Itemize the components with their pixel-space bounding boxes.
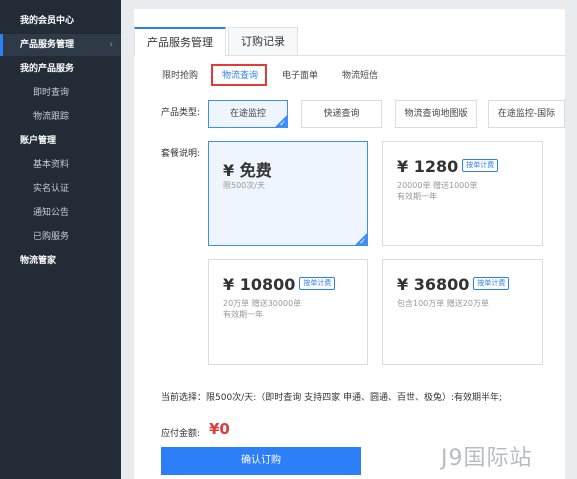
current-selection: 当前选择：限500次/天:（即时查询 支持四家 申通、圆通、百世、极兔）:有效期… (161, 393, 503, 403)
subtab-logistics-sms[interactable]: 物流短信 (342, 68, 378, 81)
package-label: 套餐说明: (161, 149, 201, 159)
confirm-order-button[interactable]: 确认订购 (161, 447, 361, 475)
sidebar-item-notices[interactable]: 通知公告 (0, 202, 121, 224)
package-desc: 20万单 赠送30000单 (223, 299, 302, 308)
sidebar-item-my-products[interactable]: 我的产品服务 (0, 58, 121, 80)
product-type-label: 产品类型: (161, 108, 201, 118)
package-desc: 包含100万单 赠送20万单 (397, 299, 489, 308)
watermark: J9国际站 (441, 446, 533, 471)
sidebar: 我的会员中心 产品服务管理 › 我的产品服务 即时查询 物流跟踪 账户管理 基本… (0, 0, 121, 479)
package-price: ¥ 36800 按单计费 (397, 275, 510, 294)
sidebar-item-account[interactable]: 账户管理 (0, 130, 121, 152)
check-icon: ✓ (359, 237, 366, 246)
package-price: ¥ 1280 按单计费 (397, 157, 499, 176)
package-card[interactable]: ¥ 免费 限500次/天 ✓ (208, 141, 368, 246)
package-desc: 限500次/天 (223, 181, 265, 190)
product-type-option[interactable]: 物流查询地图版 (395, 100, 477, 128)
sidebar-item-logistics-tracking[interactable]: 物流跟踪 (0, 106, 121, 128)
tab-bar: 产品服务管理 订购记录 (134, 27, 565, 56)
sidebar-item-logistics-manager[interactable]: 物流管家 (0, 250, 121, 272)
package-card[interactable]: ¥ 1280 按单计费 20000单 赠送1000单 有效期一年 (382, 141, 543, 246)
sidebar-item-label: 产品服务管理 (20, 40, 75, 50)
highlight-annotation (211, 64, 267, 86)
subtab-flash-sale[interactable]: 限时抢购 (162, 68, 198, 81)
check-icon: ✓ (279, 119, 286, 128)
product-type-option[interactable]: 快递查询 (301, 100, 382, 128)
product-type-option[interactable]: 在途监控-国际 (488, 100, 565, 128)
subtab-e-waybill[interactable]: 电子面单 (282, 68, 318, 81)
tab-order-records[interactable]: 订购记录 (228, 27, 298, 55)
product-type-option[interactable]: 在途监控 ✓ (208, 100, 288, 128)
package-desc: 20000单 赠送1000单 (397, 181, 478, 190)
product-type-option-label: 在途监控 (229, 109, 266, 119)
package-price: ¥ 免费 (223, 161, 272, 180)
sidebar-item-instant-query[interactable]: 即时查询 (0, 82, 121, 104)
sidebar-item-verification[interactable]: 实名认证 (0, 178, 121, 200)
amount-value: ¥0 (209, 420, 230, 438)
chevron-right-icon: › (109, 40, 113, 50)
package-price-value: ¥ 1280 (397, 157, 459, 176)
billing-badge: 按单计费 (473, 277, 510, 290)
package-validity: 有效期一年 (223, 310, 263, 319)
tab-product-service[interactable]: 产品服务管理 (134, 27, 226, 56)
billing-badge: 按单计费 (462, 159, 499, 172)
billing-badge: 按单计费 (299, 277, 336, 290)
package-card[interactable]: ¥ 36800 按单计费 包含100万单 赠送20万单 (382, 259, 543, 365)
package-price-value: ¥ 10800 (223, 275, 296, 294)
sidebar-item-member-center[interactable]: 我的会员中心 (0, 10, 121, 32)
sidebar-item-product-service[interactable]: 产品服务管理 › (0, 34, 121, 56)
amount-label: 应付金额: (161, 429, 201, 439)
package-card[interactable]: ¥ 10800 按单计费 20万单 赠送30000单 有效期一年 (208, 259, 368, 365)
main-panel: 产品服务管理 订购记录 限时抢购 物流查询 电子面单 物流短信 产品类型: 在途… (134, 9, 565, 479)
package-price: ¥ 10800 按单计费 (223, 275, 336, 294)
sidebar-item-purchased[interactable]: 已购服务 (0, 226, 121, 248)
package-validity: 有效期一年 (397, 192, 437, 201)
sidebar-item-profile[interactable]: 基本资料 (0, 154, 121, 176)
package-price-value: ¥ 36800 (397, 275, 470, 294)
